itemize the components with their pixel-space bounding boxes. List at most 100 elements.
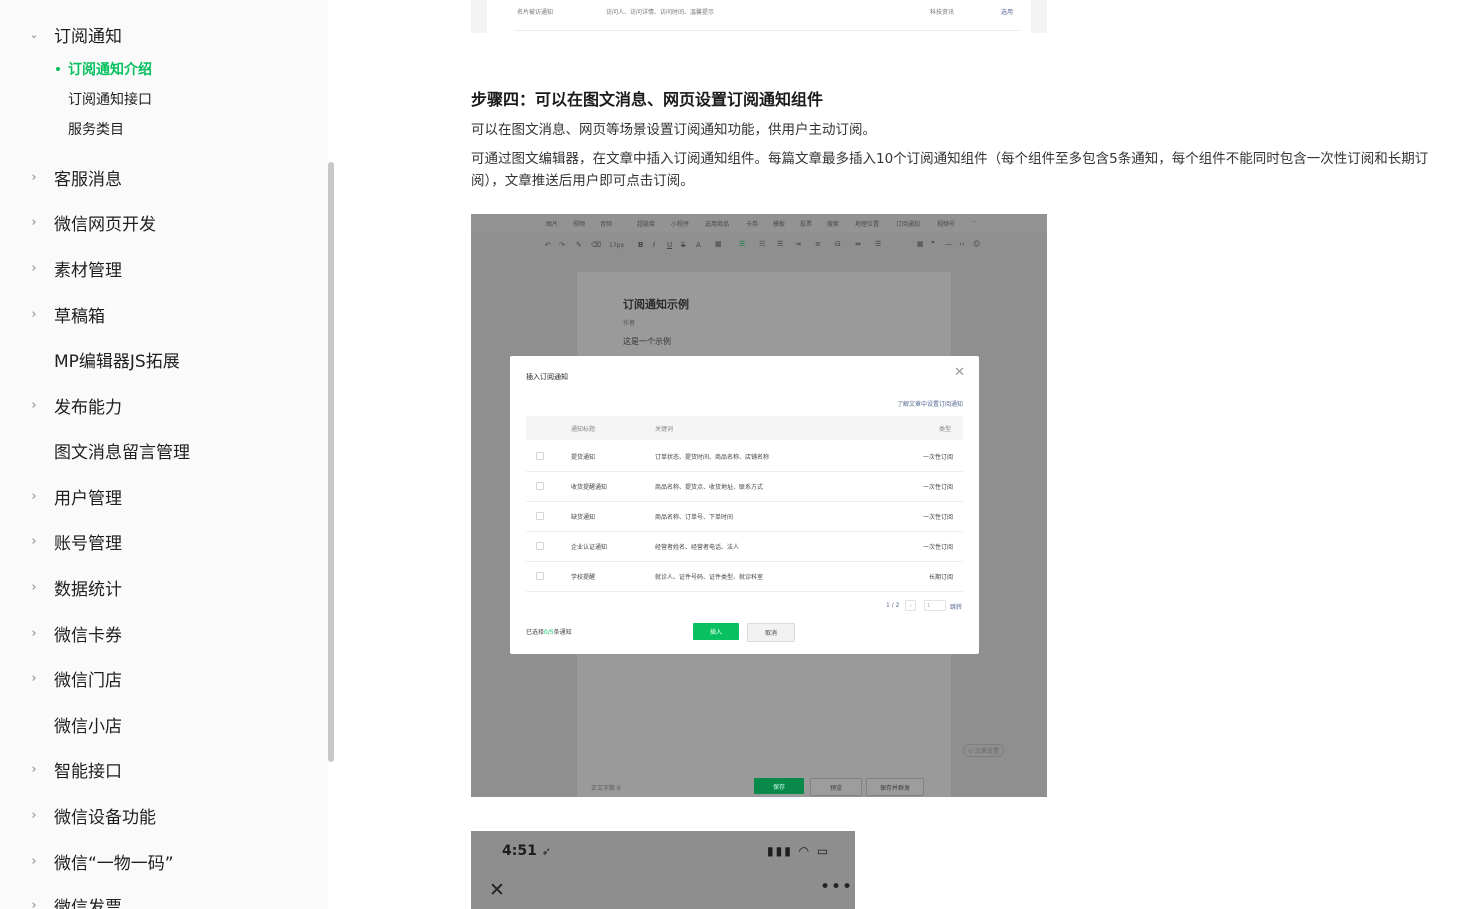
row-type: 一次性订阅 (922, 514, 953, 521)
row-keywords: 经营者姓名、经营者电话、法人 (655, 544, 740, 551)
chevron-right-icon: › (31, 214, 37, 230)
active-dot-icon (56, 67, 60, 71)
phone-screenshot: 4:51 ➶ ▮▮▮ ◠ ▭ ✕ ••• (471, 831, 855, 909)
sidebar-subitem-intro[interactable]: 订阅通知介绍 (0, 57, 320, 81)
row-type: 一次性订阅 (922, 544, 953, 551)
cancel-button: 取消 (747, 623, 795, 642)
table-row: 收货提醒通知 商品名称、提货点、收货地址、联系方式 一次性订阅 (526, 471, 963, 502)
sidebar-item[interactable]: › 微信卡券 (0, 618, 320, 648)
chevron-right-icon: › (31, 897, 37, 909)
sidebar-item[interactable]: › 素材管理 (0, 253, 320, 283)
sidebar-item[interactable]: › 微信门店 (0, 663, 320, 693)
sidebar-item-label: 素材管理 (54, 260, 122, 281)
save-and-publish-button: 保存并群发 (866, 778, 924, 796)
sidebar-item-label: 发布能力 (54, 397, 122, 418)
spacing-icon: ⊟ (835, 240, 841, 248)
sidebar-item-label: MP编辑器JS拓展 (54, 351, 180, 372)
table-icon: ▦ (917, 240, 924, 248)
insert-button: 插入 (693, 623, 739, 640)
selected-number: 0/5 (544, 629, 554, 636)
toolbar-item: 地理位置 (855, 221, 880, 228)
sidebar-item[interactable]: 微信小店 (0, 709, 320, 739)
sidebar-item[interactable]: › 发布能力 (0, 390, 320, 420)
chevron-right-icon: › (31, 397, 37, 413)
article-title: 订阅通知示例 (623, 298, 689, 311)
table-row: 缺货通知 商品名称、订单号、下单时间 一次性订阅 (526, 501, 963, 532)
table-header: 通知标题 关键词 类型 (526, 416, 963, 440)
main-content: 名片被访通知 访问人、访问详情、访问时间、温馨提示 科技资讯 选用 步骤四：可以… (334, 0, 1480, 909)
paragraph: 可以在图文消息、网页等场景设置订阅通知功能，供用户主动订阅。 (471, 122, 876, 138)
toolbar-item: 订阅通知 (896, 221, 921, 228)
sidebar-subitem-categories[interactable]: 服务类目 (0, 117, 320, 141)
sidebar-item[interactable]: 图文消息留言管理 (0, 435, 320, 465)
sidebar-item[interactable]: › 用户管理 (0, 481, 320, 511)
format-brush-icon: ✎ (576, 241, 582, 249)
sidebar-subitem-label: 订阅通知接口 (68, 92, 152, 108)
row-keywords: 就诊人、证件号码、证件类型、就诊科室 (655, 574, 764, 581)
toolbar-item: 视频号 (937, 221, 956, 228)
sidebar-item-label: 订阅通知 (54, 26, 122, 47)
toolbar-item: 图片 (546, 221, 559, 228)
divider-line-icon: — (945, 240, 952, 248)
quote-icon: ❞ (931, 240, 935, 248)
toolbar-item: ··· (971, 219, 977, 226)
sidebar-subitem-api[interactable]: 订阅通知接口 (0, 87, 320, 111)
font-size-select: 17px (609, 242, 624, 249)
toolbar-item: 视频 (573, 221, 586, 228)
status-time-text: 4:51 (502, 843, 537, 859)
sidebar-item[interactable]: › 草稿箱 (0, 299, 320, 329)
editor-insert-toolbar: 图片 视频 音频 超链接 小程序 选用商品 卡券 模板 投票 搜索 地理位置 订… (471, 214, 1047, 232)
row-checkbox (536, 512, 544, 520)
row-type: 一次性订阅 (922, 454, 953, 461)
sidebar-item[interactable]: MP编辑器JS拓展 (0, 344, 320, 374)
page-indicator: 1 / 2 (886, 602, 900, 609)
row-name: 学校提醒 (571, 574, 596, 581)
article-author: 作者 (623, 320, 636, 327)
row-keywords: 商品名称、订单号、下单时间 (655, 514, 734, 521)
toolbar-item: 搜索 (827, 221, 840, 228)
align-center-icon: ☷ (759, 240, 766, 248)
row-name: 企业认证通知 (571, 544, 608, 551)
chevron-right-icon: › (31, 260, 37, 276)
close-icon: ✕ (489, 879, 505, 901)
line-height-icon: ≡ (815, 240, 821, 248)
chevron-right-icon: › (31, 169, 37, 185)
sidebar-item-subscribe-notify[interactable]: ⌄ 订阅通知 (0, 19, 320, 49)
font-color-icon: A (696, 241, 701, 249)
sidebar-item-label: 客服消息 (54, 169, 122, 190)
row-name: 缺货通知 (571, 514, 596, 521)
sidebar-item[interactable]: › 微信发票 (0, 890, 320, 909)
sidebar-item-label: 用户管理 (54, 488, 122, 509)
sidebar-item[interactable]: › 账号管理 (0, 526, 320, 556)
redo-icon: ↷ (559, 241, 565, 249)
top-figure-cell: 科技资讯 (930, 9, 955, 16)
sidebar-item[interactable]: › 数据统计 (0, 572, 320, 602)
row-type: 一次性订阅 (922, 484, 953, 491)
sidebar-item[interactable]: › 微信“一物一码” (0, 846, 320, 876)
sidebar-item-label: 微信门店 (54, 670, 122, 691)
underline-icon: U (667, 241, 673, 249)
align-right-icon: ☰ (777, 240, 784, 248)
more-icon: ••• (820, 877, 854, 897)
preview-button: 预览 (810, 778, 862, 796)
divider (515, 30, 1019, 31)
selected-suffix: 条通知 (553, 629, 572, 636)
toolbar-item: 小程序 (671, 221, 690, 228)
sidebar-item[interactable]: › 微信设备功能 (0, 800, 320, 830)
top-figure-cell: 名片被访通知 (517, 9, 554, 16)
sidebar-item-label: 微信网页开发 (54, 214, 156, 235)
jump-link: 跳转 (950, 604, 963, 611)
row-keywords: 订单状态、提货时间、商品名称、店铺名称 (655, 454, 770, 461)
sidebar-item[interactable]: › 客服消息 (0, 162, 320, 192)
sidebar-item[interactable]: › 智能接口 (0, 754, 320, 784)
article-settings-label: 文章设置 (974, 748, 999, 755)
bold-icon: B (638, 241, 644, 249)
list-icon: ☰ (875, 240, 882, 248)
toolbar-item: 卡券 (746, 221, 759, 228)
section-title: 步骤四：可以在图文消息、网页设置订阅通知组件 (471, 90, 824, 109)
dialog-title: 插入订阅通知 (526, 373, 568, 381)
table-row: 学校提醒 就诊人、证件号码、证件类型、就诊科室 长期订阅 (526, 561, 963, 592)
sidebar-item[interactable]: › 微信网页开发 (0, 207, 320, 237)
table-row: 提货通知 订单状态、提货时间、商品名称、店铺名称 一次性订阅 (526, 441, 963, 472)
sidebar-item-label: 微信设备功能 (54, 807, 156, 828)
